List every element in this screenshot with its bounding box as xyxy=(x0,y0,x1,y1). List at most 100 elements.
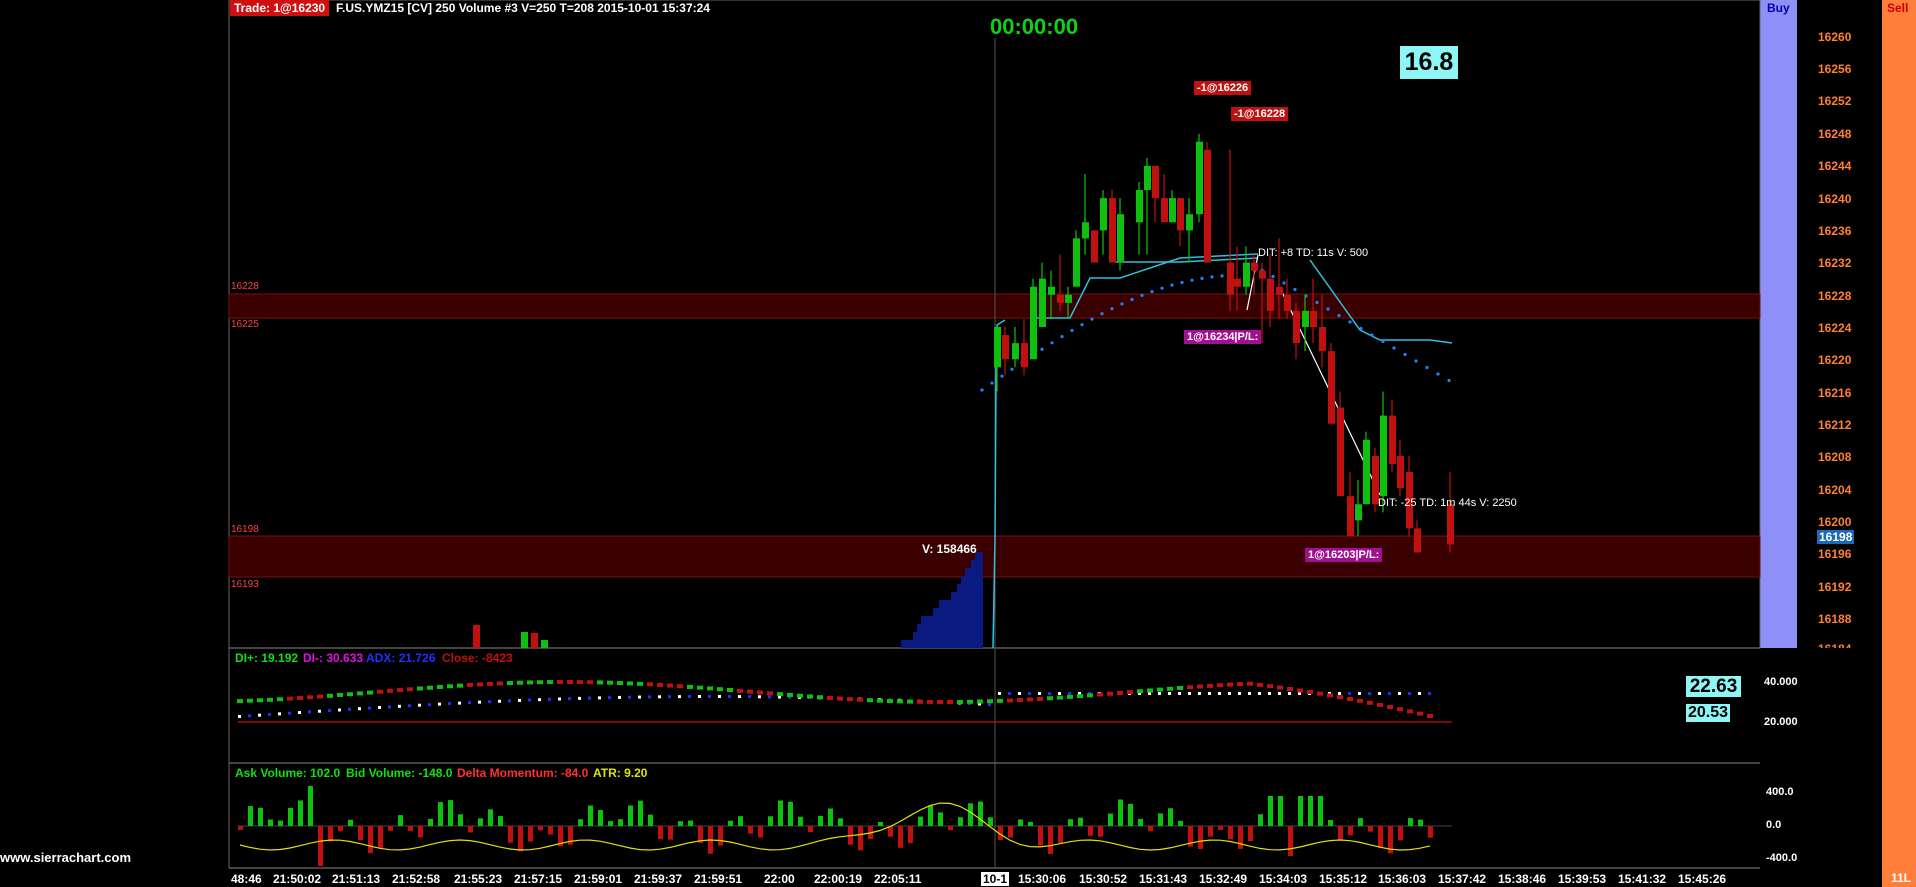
ind2-bar xyxy=(468,826,473,833)
parabolic-dot xyxy=(1293,287,1297,292)
candle-body xyxy=(1397,455,1404,489)
atr-label: ATR: 9.20 xyxy=(593,766,648,780)
volume-profile-bar xyxy=(901,640,983,648)
ind1-dot xyxy=(1388,692,1391,695)
ind2-bar xyxy=(858,826,863,851)
ind2-bar xyxy=(298,800,303,826)
ind1-bar xyxy=(867,698,873,703)
parabolic-dot xyxy=(1326,307,1330,311)
candle-body xyxy=(1227,262,1234,295)
ind1-dot xyxy=(1408,692,1411,695)
fill-tag[interactable]: 1@16234|P/L: xyxy=(1184,330,1262,344)
sell-order-tag[interactable]: -1@16226 xyxy=(1194,81,1252,95)
ind2-bar xyxy=(808,826,813,833)
ind2-bar xyxy=(628,805,633,826)
corner-badge: 11L xyxy=(1887,871,1915,885)
ind1-bar xyxy=(627,681,633,686)
ind1-dot xyxy=(408,704,411,708)
ask-volume-label: Ask Volume: 102.0 xyxy=(235,766,341,780)
ind2-bar xyxy=(1338,826,1343,841)
chart-canvas[interactable] xyxy=(0,0,1916,887)
ind1-bar xyxy=(1277,685,1283,690)
ind2-bar xyxy=(438,802,443,826)
ind1-bar xyxy=(1017,697,1023,702)
ind2-bar xyxy=(508,826,513,843)
ind1-bar xyxy=(317,694,323,699)
ind1-bar xyxy=(577,680,583,685)
ind1-bar xyxy=(987,699,993,704)
ind1-bar xyxy=(297,695,303,700)
ind1-bar xyxy=(1167,686,1173,691)
ind1-dot xyxy=(1068,692,1071,695)
ind1-bar xyxy=(507,681,513,686)
ind1-bar xyxy=(1287,686,1293,691)
price-label: 16208 xyxy=(1818,450,1852,464)
ind2-bar xyxy=(728,820,733,826)
ind1-bar xyxy=(1007,698,1013,703)
parabolic-dot xyxy=(1140,293,1144,297)
trade-badge[interactable]: Trade: 1@16230 xyxy=(230,0,330,16)
ind2-y-label: -400.0 xyxy=(1766,852,1798,864)
ind1-bar xyxy=(887,699,893,704)
ind1-bar xyxy=(1337,695,1343,700)
ind1-dot xyxy=(668,695,671,699)
ind1-bar xyxy=(827,695,833,700)
ind1-dot xyxy=(1248,692,1251,695)
candle-body xyxy=(1057,294,1064,303)
ind2-bar xyxy=(288,807,293,826)
sell-order-tag[interactable]: -1@16228 xyxy=(1231,107,1289,121)
ind1-bar xyxy=(1137,689,1143,694)
ind1-dot xyxy=(248,714,251,718)
ind1-bar xyxy=(1307,690,1313,695)
ind1-bar xyxy=(657,682,663,687)
ind2-bar xyxy=(1138,818,1143,826)
parabolic-dot xyxy=(1348,320,1352,324)
ind1-dot xyxy=(318,709,321,713)
zone-label: 16225 xyxy=(231,319,259,330)
ind2-bar xyxy=(378,826,383,848)
ind1-dot xyxy=(328,709,331,713)
ind1-dot xyxy=(628,695,631,699)
ind2-bar xyxy=(1358,818,1363,826)
ind1-dot xyxy=(988,703,991,707)
parabolic-dot xyxy=(1370,333,1374,337)
indicator1-marks xyxy=(237,680,1433,718)
volume-profile-bar xyxy=(965,568,983,576)
ind2-bar xyxy=(748,826,753,834)
ind2-bar xyxy=(1378,826,1383,848)
ind1-bar xyxy=(1257,682,1263,687)
ind1-value-box: 22.63 xyxy=(1686,676,1741,697)
ind1-dot xyxy=(468,701,471,705)
ind2-bar xyxy=(988,817,993,826)
ind1-bar xyxy=(247,698,253,703)
candle-body xyxy=(1196,141,1203,215)
ind1-bar xyxy=(517,680,523,685)
ind2-y-label: 400.0 xyxy=(1766,786,1794,798)
volume-profile-bar xyxy=(917,624,983,632)
parabolic-dot xyxy=(1210,275,1214,279)
time-label: 15:41:32 xyxy=(1618,872,1667,886)
parabolic-dot xyxy=(1070,328,1074,333)
ind1-dot xyxy=(768,695,771,699)
ind1-bar xyxy=(927,699,933,704)
candle-body xyxy=(1251,262,1258,271)
parabolic-dot xyxy=(1180,280,1184,285)
bid-volume-label: Bid Volume: -148.0 xyxy=(346,766,453,780)
time-label: 22:00:19 xyxy=(814,872,863,886)
ind2-bar xyxy=(1038,826,1043,846)
price-label: 16252 xyxy=(1818,94,1852,108)
ind1-bar xyxy=(537,680,543,685)
ind1-dot xyxy=(688,695,691,699)
ind1-bar xyxy=(777,692,783,697)
fill-tag[interactable]: 1@16203|P/L: xyxy=(1305,548,1383,562)
ind1-bar xyxy=(477,682,483,687)
price-label: 16236 xyxy=(1818,224,1852,238)
ind2-bar xyxy=(518,826,523,852)
time-label: 15:37:42 xyxy=(1438,872,1487,886)
price-label: 16256 xyxy=(1818,62,1852,76)
ind1-bar xyxy=(977,699,983,704)
bar-timer: 00:00:00 xyxy=(990,14,1079,39)
price-label: 16240 xyxy=(1818,192,1852,206)
website-label[interactable]: www.sierrachart.com xyxy=(0,850,131,865)
parabolic-dot xyxy=(980,388,984,392)
